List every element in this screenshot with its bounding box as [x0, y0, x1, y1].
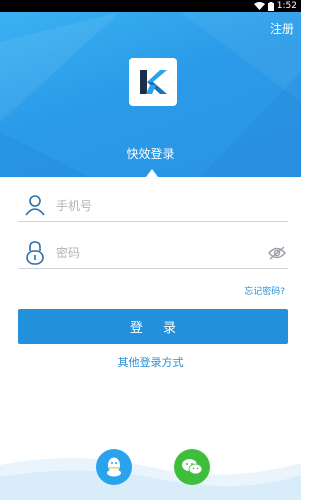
battery-icon — [267, 1, 274, 11]
qq-icon — [107, 457, 121, 477]
status-bar: 1:52 — [0, 0, 301, 12]
bottom-wave — [0, 457, 301, 500]
status-icons: 1:52 — [253, 1, 297, 11]
header-notch — [146, 169, 158, 177]
eye-off-icon[interactable] — [268, 245, 286, 264]
wechat-login-button[interactable] — [174, 449, 210, 485]
login-button[interactable]: 登 录 — [18, 309, 288, 344]
user-icon — [24, 194, 46, 220]
status-time: 1:52 — [276, 1, 297, 11]
lock-icon — [24, 241, 46, 269]
register-link[interactable]: 注册 — [270, 22, 294, 36]
password-field — [18, 238, 288, 269]
other-login-link[interactable]: 其他登录方式 — [0, 356, 301, 369]
phone-input[interactable] — [54, 195, 258, 217]
app-logo-icon — [140, 70, 167, 94]
login-header: 注册 快效登录 — [0, 12, 301, 177]
page-title: 快效登录 — [126, 147, 175, 161]
app-logo — [129, 58, 177, 106]
password-input[interactable] — [54, 242, 258, 264]
phone-field — [18, 191, 288, 222]
qq-login-button[interactable] — [96, 449, 132, 485]
forgot-password-link[interactable]: 忘记密码? — [244, 287, 285, 298]
wifi-icon — [253, 2, 265, 10]
wechat-icon — [182, 459, 203, 475]
